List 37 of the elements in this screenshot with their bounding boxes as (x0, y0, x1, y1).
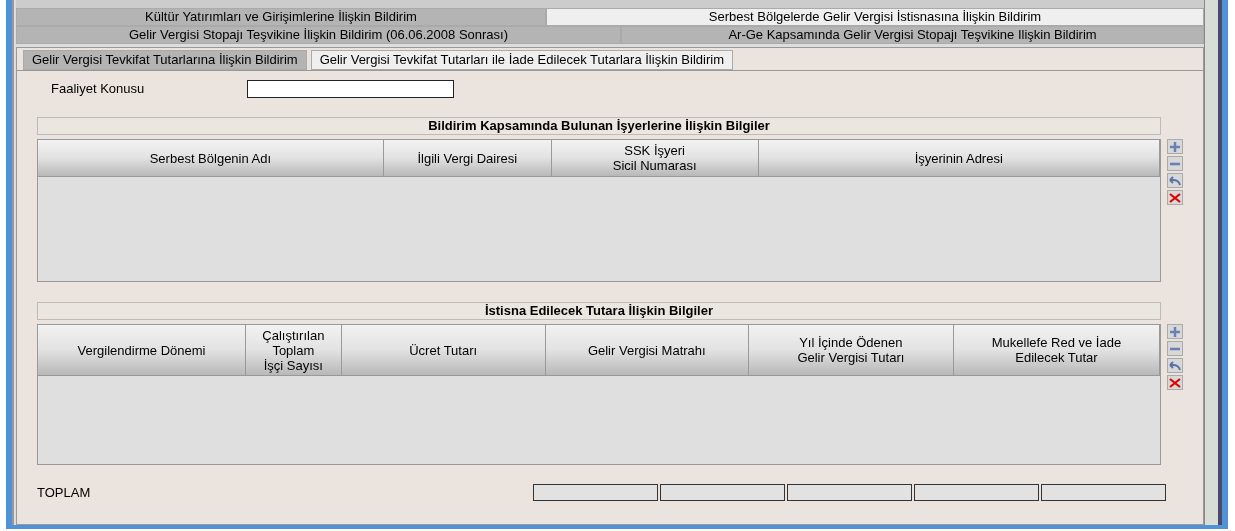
undo-button[interactable] (1167, 358, 1183, 373)
column-header[interactable]: Serbest Bölgenin Adı (38, 140, 384, 177)
delete-button[interactable] (1167, 375, 1183, 390)
remove-row-button[interactable] (1167, 341, 1183, 356)
tab[interactable]: Gelir Vergisi Tevkifat Tutarları ile İade Edilecek Tutarlara İlişkin Bildirim (310, 50, 733, 70)
plus-icon (1169, 140, 1181, 153)
tab[interactable]: Kültür Yatırımları ve Girişimlerine İlişkin Bildirim (16, 8, 546, 26)
plus-icon (1169, 325, 1181, 338)
section-title: İstisna Edilecek Tutara İlişkin Bilgiler (37, 302, 1161, 320)
column-header[interactable]: Gelir Vergisi Matrahı (545, 325, 749, 376)
column-header[interactable]: Yıl İçinde Ödenen Gelir Vergisi Tutarı (748, 325, 954, 376)
add-row-button[interactable] (1167, 324, 1183, 339)
minus-icon (1169, 161, 1181, 166)
column-header[interactable]: İlgili Vergi Dairesi (383, 140, 552, 177)
column-header[interactable]: Mukellefe Red ve İade Edilecek Tutar (953, 325, 1160, 376)
close-icon (1169, 377, 1181, 388)
remove-row-button[interactable] (1167, 156, 1183, 171)
input-field[interactable] (247, 80, 454, 98)
field-label: Faaliyet Konusu (50, 80, 146, 99)
undo-button[interactable] (1167, 173, 1183, 188)
undo-arrow-icon (1169, 175, 1181, 186)
column-header[interactable]: SSK İşyeri Sicil Numarası (551, 140, 759, 177)
add-row-button[interactable] (1167, 139, 1183, 154)
undo-arrow-icon (1169, 360, 1181, 371)
close-icon (1169, 192, 1181, 203)
column-header[interactable]: Vergilendirme Dönemi (38, 325, 247, 376)
minus-icon (1169, 346, 1181, 351)
delete-button[interactable] (1167, 190, 1183, 205)
section-title: Bildirim Kapsamında Bulunan İşyerlerine İlişkin Bilgiler (37, 117, 1161, 135)
tab[interactable]: Gelir Vergisi Stopajı Teşvikine İlişkin Bildirim (06.06.2008 Sonrası) (16, 26, 621, 44)
column-header[interactable]: İşyerinin Adresi (758, 140, 1160, 177)
total-label: TOPLAM (37, 484, 92, 502)
column-header[interactable]: Ücret Tutarı (341, 325, 546, 376)
column-header[interactable]: Çalıştırılan Toplam İşçi Sayısı (246, 325, 342, 376)
tab[interactable]: Serbest Bölgelerde Gelir Vergisi İstisnasına İlişkin Bildirim (546, 8, 1204, 26)
tab[interactable]: Gelir Vergisi Tevkifat Tutarlarına İlişkin Bildirim (23, 50, 307, 70)
tab[interactable]: Ar-Ge Kapsamında Gelir Vergisi Stopajı Teşvikine Ilişkin Bildirim (621, 26, 1204, 44)
